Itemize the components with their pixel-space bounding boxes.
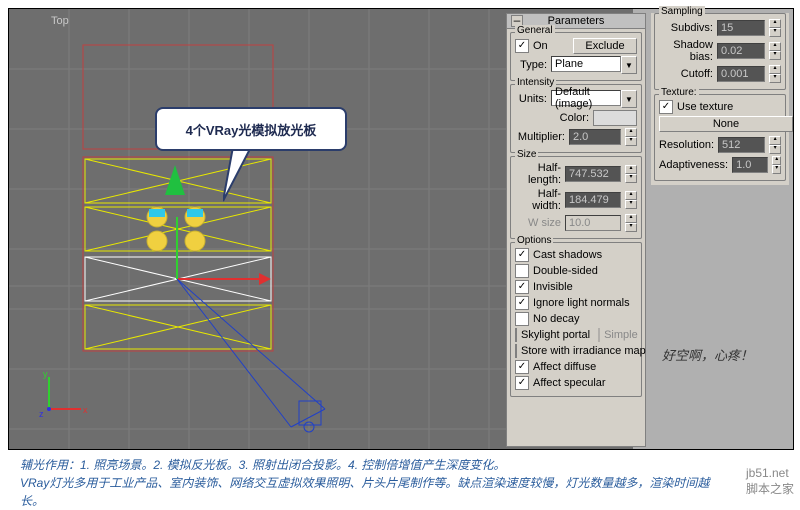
group-options: Options Cast shadows Double-sided Invisi… — [510, 242, 642, 397]
half-width-spinner[interactable]: ▴▾ — [625, 191, 637, 209]
invisible-checkbox[interactable] — [515, 280, 529, 294]
svg-text:y: y — [43, 369, 48, 379]
chevron-down-icon[interactable]: ▼ — [621, 90, 637, 108]
group-sampling-label: Sampling — [659, 6, 705, 17]
half-width-input[interactable]: 184.479 — [565, 192, 621, 208]
annotation-callout: 4个VRay光模拟放光板 — [155, 107, 347, 151]
half-length-input[interactable]: 747.532 — [565, 166, 621, 182]
skylight-portal-label: Skylight portal — [521, 329, 590, 341]
side-note-text: 好空啊，心疼！ — [662, 345, 753, 364]
subdivs-input[interactable]: 15 — [717, 20, 765, 36]
parameters-title-label: Parameters — [548, 15, 605, 27]
parameters-panel: – Parameters General On Exclude Type: Pl… — [506, 13, 646, 447]
multiplier-spinner[interactable]: ▴▾ — [625, 128, 637, 146]
app-canvas: Top — [8, 8, 794, 450]
cast-shadows-label: Cast shadows — [533, 249, 602, 261]
caption-text: 辅光作用：1. 照亮场景。2. 模拟反光板。3. 照射出闭合投影。4. 控制倍增… — [20, 456, 710, 510]
units-label: Units: — [515, 93, 547, 105]
exclude-button[interactable]: Exclude — [573, 38, 637, 54]
color-swatch[interactable] — [593, 110, 637, 126]
group-options-label: Options — [515, 235, 553, 246]
cutoff-label: Cutoff: — [659, 68, 713, 80]
shadow-bias-spinner[interactable]: ▴▾ — [769, 42, 781, 60]
use-texture-label: Use texture — [677, 101, 733, 113]
double-sided-checkbox[interactable] — [515, 264, 529, 278]
group-size: Size Half-length: 747.532 ▴▾ Half-width:… — [510, 156, 642, 239]
subdivs-label: Subdivs: — [659, 22, 713, 34]
half-length-label: Half-length: — [515, 162, 561, 186]
type-value: Plane — [551, 56, 621, 72]
watermark-site: jb51.net — [746, 466, 789, 480]
subdivs-spinner[interactable]: ▴▾ — [769, 19, 781, 37]
resolution-label: Resolution: — [659, 139, 714, 151]
resolution-spinner[interactable]: ▴▾ — [769, 136, 781, 154]
on-checkbox[interactable] — [515, 39, 529, 53]
shadow-bias-label: Shadow bias: — [659, 39, 713, 63]
group-size-label: Size — [515, 149, 538, 160]
resolution-input[interactable]: 512 — [718, 137, 765, 153]
svg-text:x: x — [83, 405, 88, 415]
units-value: Default (image) — [551, 90, 621, 106]
sampling-panel: Sampling Subdivs:15▴▾ Shadow bias:0.02▴▾… — [651, 13, 789, 185]
adaptiveness-spinner[interactable]: ▴▾ — [772, 156, 781, 174]
half-length-spinner[interactable]: ▴▾ — [625, 165, 637, 183]
group-intensity: Intensity Units: Default (image) ▼ Color… — [510, 84, 642, 153]
simple-checkbox — [598, 328, 600, 342]
viewport-label: Top — [51, 15, 69, 27]
texture-none-button[interactable]: None — [659, 116, 793, 132]
group-texture: Texture: Use texture None Resolution:512… — [654, 94, 786, 181]
annotation-tail-icon — [223, 147, 283, 207]
affect-diffuse-checkbox[interactable] — [515, 360, 529, 374]
caption-line2: VRay灯光多用于工业产品、室内装饰、网络交互虚拟效果照明、片头片尾制作等。缺点… — [20, 476, 709, 508]
type-combo[interactable]: Plane ▼ — [551, 56, 637, 74]
ignore-normals-label: Ignore light normals — [533, 297, 630, 309]
on-label: On — [533, 40, 548, 52]
cast-shadows-checkbox[interactable] — [515, 248, 529, 262]
double-sided-label: Double-sided — [533, 265, 598, 277]
color-label: Color: — [515, 112, 589, 124]
ignore-normals-checkbox[interactable] — [515, 296, 529, 310]
svg-text:z: z — [39, 409, 44, 419]
no-decay-checkbox[interactable] — [515, 312, 529, 326]
units-combo[interactable]: Default (image) ▼ — [551, 90, 637, 108]
half-width-label: Half-width: — [515, 188, 561, 212]
store-irradiance-checkbox[interactable] — [515, 344, 517, 358]
chevron-down-icon[interactable]: ▼ — [621, 56, 637, 74]
skylight-portal-checkbox[interactable] — [515, 328, 517, 342]
multiplier-label: Multiplier: — [515, 131, 565, 143]
watermark-sub: 脚本之家 — [746, 482, 794, 496]
axis-gizmo-icon: x y z — [39, 369, 89, 419]
watermark: jb51.net 脚本之家 — [746, 466, 794, 497]
cutoff-input[interactable]: 0.001 — [717, 66, 765, 82]
group-sampling: Sampling Subdivs:15▴▾ Shadow bias:0.02▴▾… — [654, 13, 786, 90]
w-size-spinner: ▴▾ — [625, 214, 637, 232]
adaptiveness-input[interactable]: 1.0 — [732, 157, 768, 173]
simple-label: Simple — [604, 329, 638, 341]
affect-diffuse-label: Affect diffuse — [533, 361, 596, 373]
type-label: Type: — [515, 59, 547, 71]
group-general-label: General — [515, 25, 555, 36]
no-decay-label: No decay — [533, 313, 579, 325]
w-size-label: W size — [515, 217, 561, 229]
use-texture-checkbox[interactable] — [659, 100, 673, 114]
w-size-input: 10.0 — [565, 215, 621, 231]
affect-specular-checkbox[interactable] — [515, 376, 529, 390]
caption-line1: 辅光作用：1. 照亮场景。2. 模拟反光板。3. 照射出闭合投影。4. 控制倍增… — [20, 458, 505, 472]
cutoff-spinner[interactable]: ▴▾ — [769, 65, 781, 83]
affect-specular-label: Affect specular — [533, 377, 606, 389]
adaptiveness-label: Adaptiveness: — [659, 159, 728, 171]
invisible-label: Invisible — [533, 281, 573, 293]
store-irradiance-label: Store with irradiance map — [521, 345, 646, 357]
shadow-bias-input[interactable]: 0.02 — [717, 43, 765, 59]
group-texture-label: Texture: — [659, 87, 699, 98]
group-intensity-label: Intensity — [515, 77, 556, 88]
multiplier-input[interactable]: 2.0 — [569, 129, 621, 145]
group-general: General On Exclude Type: Plane ▼ — [510, 32, 642, 81]
